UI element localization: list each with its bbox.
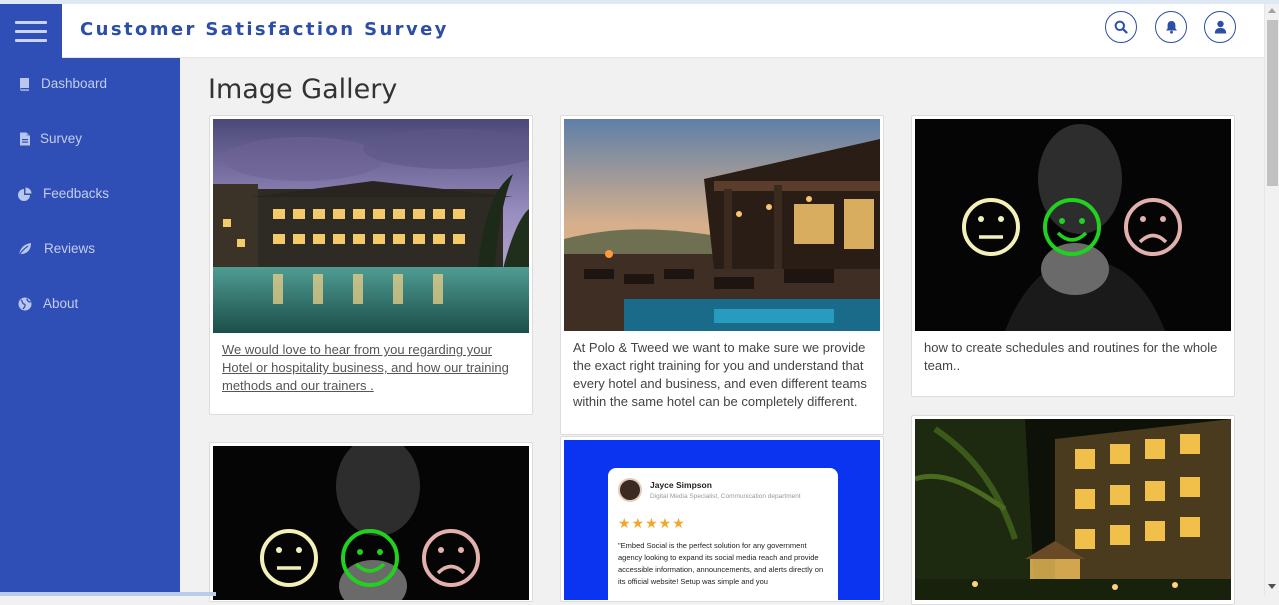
profile-button[interactable] — [1204, 11, 1236, 43]
sidebar: Dashboard Survey Feedbacks Reviews About — [0, 58, 180, 596]
review-text: "Embed Social is the perfect solution fo… — [618, 541, 824, 586]
satisfaction-faces-image[interactable] — [213, 446, 529, 600]
gallery-card: Jayce Simpson Digital Media Specialist, … — [560, 436, 884, 602]
sidebar-item-dashboard[interactable]: Dashboard — [0, 64, 180, 104]
page-scrollbar[interactable] — [1264, 4, 1279, 596]
globe-icon — [18, 297, 32, 311]
gallery-card: We would love to hear from you regarding… — [209, 115, 533, 415]
hotel-night-image[interactable] — [915, 419, 1231, 600]
app-title: Customer Satisfaction Survey — [80, 19, 449, 40]
leaf-icon — [18, 243, 31, 256]
horizontal-scroll-indicator — [0, 592, 216, 596]
terrace-sunset-image[interactable] — [564, 119, 880, 331]
gallery-card — [209, 442, 533, 602]
card-caption: At Polo & Tweed we want to make sure we … — [573, 340, 867, 409]
sidebar-item-label: Reviews — [44, 241, 96, 256]
scroll-down-arrow-icon[interactable] — [1268, 584, 1276, 589]
review-card: Jayce Simpson Digital Media Specialist, … — [608, 468, 838, 600]
gallery-card: how to create schedules and routines for… — [911, 115, 1235, 397]
review-screenshot-image[interactable]: Jayce Simpson Digital Media Specialist, … — [564, 440, 880, 600]
sidebar-item-label: Dashboard — [41, 76, 108, 91]
sidebar-item-about[interactable]: About — [0, 284, 180, 324]
reviewer-name: Jayce Simpson — [650, 480, 712, 490]
hotel-pool-image[interactable] — [213, 119, 529, 333]
chart-pie-icon — [18, 187, 32, 201]
sidebar-item-label: Survey — [40, 131, 83, 146]
file-icon — [20, 132, 30, 146]
sidebar-item-label: Feedbacks — [43, 186, 110, 201]
scroll-up-arrow-icon[interactable] — [1268, 8, 1276, 13]
gallery-card — [911, 415, 1235, 605]
satisfaction-faces-image[interactable] — [915, 119, 1231, 331]
scrollbar-thumb[interactable] — [1267, 20, 1278, 186]
book-icon — [20, 78, 29, 91]
sidebar-item-survey[interactable]: Survey — [0, 119, 180, 159]
notifications-button[interactable] — [1155, 11, 1187, 43]
card-caption: how to create schedules and routines for… — [924, 340, 1218, 373]
sidebar-item-label: About — [43, 296, 79, 311]
search-icon — [1114, 20, 1128, 34]
reviewer-role: Digital Media Specialist, Communication … — [650, 493, 801, 500]
gallery-card: At Polo & Tweed we want to make sure we … — [560, 115, 884, 435]
search-button[interactable] — [1105, 11, 1137, 43]
sidebar-item-reviews[interactable]: Reviews — [0, 229, 180, 269]
sidebar-item-feedbacks[interactable]: Feedbacks — [0, 174, 180, 214]
rating-stars: ★★★★★ — [618, 515, 686, 531]
card-caption-link[interactable]: We would love to hear from you regarding… — [222, 341, 522, 395]
user-icon — [1214, 20, 1226, 34]
hamburger-menu-icon[interactable] — [0, 4, 62, 58]
avatar — [618, 478, 642, 502]
app-header: Customer Satisfaction Survey — [0, 4, 1264, 58]
bell-icon — [1165, 21, 1177, 34]
page-title: Image Gallery — [208, 74, 398, 105]
